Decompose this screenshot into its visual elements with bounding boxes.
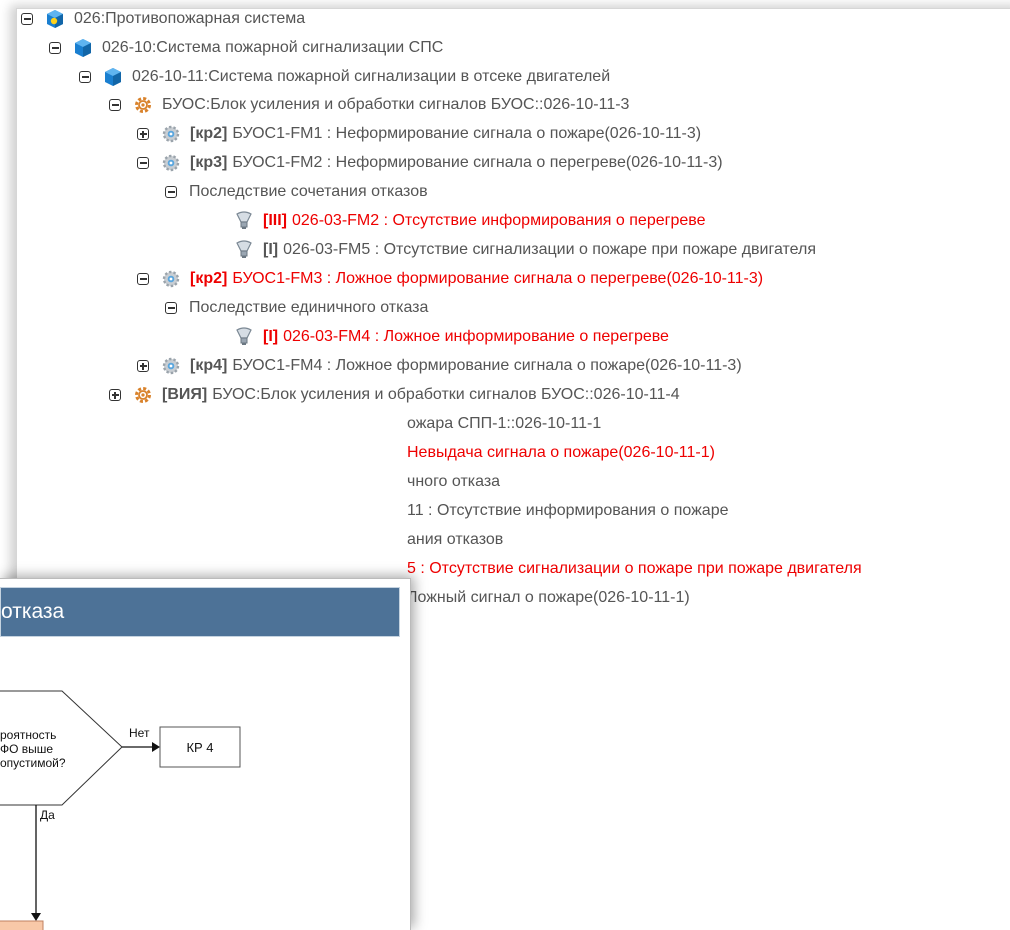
tree-row[interactable]: 026-10:Система пожарной сигнализации СПС [49, 36, 443, 60]
gear-gray-icon [161, 356, 181, 376]
collapse-icon[interactable] [21, 13, 33, 25]
kr4-box-label: КР 4 [186, 740, 213, 755]
tree-row[interactable]: Последствие сочетания отказов [165, 180, 428, 204]
tree-row[interactable]: БУОС:Блок усиления и обработки сигналов … [109, 93, 629, 117]
tree-row-label: Невыдача сигнала о пожаре(026-10-11-1) [407, 444, 715, 461]
tree-row[interactable]: 026:Противопожарная система [21, 7, 305, 31]
tree-row-label: БУОС1-FM2 : Неформирование сигнала о пер… [232, 154, 723, 171]
tree-row-label: 026-03-FM2 : Отсутствие информирования о… [292, 212, 706, 229]
tree-row[interactable]: Ложный сигнал о пожаре(026-10-11-1) [407, 586, 690, 610]
tree-row-label: Ложный сигнал о пожаре(026-10-11-1) [407, 589, 690, 606]
tree-row-label: 026-03-FM4 : Ложное информирование о пер… [283, 328, 669, 345]
criticality-code: [I] [263, 241, 279, 258]
tree-row[interactable]: [ВИЯ] БУОС:Блок усиления и обработки сигн… [109, 383, 680, 407]
flowchart-dialog: отказа роятность ФО выше опустимой? Нет … [0, 578, 411, 930]
decision-text-line-3: опустимой? [0, 756, 66, 770]
criticality-code: [ВИЯ] [162, 386, 208, 403]
tree-row-label: БУОС1-FM4 : Ложное формирование сигнала … [232, 357, 742, 374]
tree-row-label: 026:Противопожарная система [74, 10, 306, 27]
collapse-icon[interactable] [79, 71, 91, 83]
tree-row[interactable]: 11 : Отсутствие информирования о пожаре [407, 499, 729, 523]
collapse-icon[interactable] [165, 186, 177, 198]
collapse-icon[interactable] [165, 302, 177, 314]
criticality-code: [III] [263, 212, 287, 229]
tree-row-label: БУОС:Блок усиления и обработки сигналов … [162, 96, 630, 113]
collapse-icon[interactable] [137, 273, 149, 285]
criticality-code: [кр3] [190, 154, 228, 171]
bulb-icon [234, 327, 254, 347]
tree-row[interactable]: [III] 026-03-FM2 : Отсутствие информирова… [234, 209, 705, 233]
tree-row-label: чного отказа [407, 473, 501, 490]
expand-icon[interactable] [137, 360, 149, 372]
tree-row[interactable]: Невыдача сигнала о пожаре(026-10-11-1) [407, 441, 715, 465]
no-label: Нет [129, 726, 150, 740]
bulb-icon [234, 211, 254, 231]
tree-row[interactable]: 5 : Отсутствие сигнализации о пожаре при… [407, 557, 862, 581]
criticality-code: [кр2] [190, 270, 228, 287]
tree-row[interactable]: [кр2] БУОС1-FM3 : Ложное формирование сиг… [137, 267, 763, 291]
gear-orange-icon [133, 385, 153, 405]
tree-row[interactable]: ания отказов [407, 528, 503, 552]
tree-row[interactable]: ожара СПП-1::026-10-11-1 [407, 412, 601, 436]
collapse-icon[interactable] [137, 157, 149, 169]
gear-gray-icon [161, 153, 181, 173]
decision-text-line-1: роятность [0, 728, 56, 742]
flowchart: роятность ФО выше опустимой? Нет КР 4 Да [0, 690, 241, 930]
gear-gray-icon [161, 124, 181, 144]
tree-row-label: БУОС:Блок усиления и обработки сигналов … [212, 386, 680, 403]
criticality-code: [I] [263, 328, 279, 345]
tree-row-label: 026-10-11:Система пожарной сигнализации … [132, 68, 611, 85]
tree-row[interactable]: [I] 026-03-FM4 : Ложное информирование о … [234, 325, 669, 349]
yes-label: Да [40, 808, 55, 822]
collapse-icon[interactable] [109, 99, 121, 111]
tree-row-label: ания отказов [407, 531, 504, 548]
tree-row-label: ожара СПП-1::026-10-11-1 [407, 415, 602, 432]
collapse-icon[interactable] [49, 42, 61, 54]
cube-yellow-icon [45, 9, 65, 29]
tree-row-label: 5 : Отсутствие сигнализации о пожаре при… [407, 560, 862, 577]
tree-row[interactable]: [I] 026-03-FM5 : Отсутствие сигнализации … [234, 238, 816, 262]
criticality-code: [кр2] [190, 125, 228, 142]
tree-row[interactable]: Последствие единичного отказа [165, 296, 428, 320]
tree-row[interactable]: 026-10-11:Система пожарной сигнализации … [79, 65, 610, 89]
tree-row-label: БУОС1-FM3 : Ложное формирование сигнала … [232, 270, 764, 287]
decision-text-line-2: ФО выше [0, 742, 53, 756]
tree-row-label: 026-03-FM5 : Отсутствие сигнализации о п… [283, 241, 817, 258]
gear-gray-icon [161, 269, 181, 289]
tree-row-label: Последствие единичного отказа [189, 299, 429, 316]
tree-row-label: Последствие сочетания отказов [189, 183, 428, 200]
criticality-code: [кр4] [190, 357, 228, 374]
tree-row[interactable]: [кр2] БУОС1-FM1 : Неформирование сигнала … [137, 122, 701, 146]
bulb-icon [234, 240, 254, 260]
gear-orange-icon [133, 95, 153, 115]
tree-row[interactable]: [кр4] БУОС1-FM4 : Ложное формирование сиг… [137, 354, 742, 378]
tree-row[interactable]: чного отказа [407, 470, 500, 494]
expand-icon[interactable] [137, 128, 149, 140]
tree-row-label: БУОС1-FM1 : Неформирование сигнала о пож… [232, 125, 702, 142]
cube-blue-icon [103, 67, 123, 87]
tree-row-label: 11 : Отсутствие информирования о пожаре [407, 502, 729, 519]
tree-row[interactable]: [кр3] БУОС1-FM2 : Неформирование сигнала … [137, 151, 723, 175]
tree-row-label: 026-10:Система пожарной сигнализации СПС [102, 39, 444, 56]
yes-arrow-head [31, 913, 41, 921]
cube-blue-icon [73, 38, 93, 58]
no-arrow-head [152, 742, 160, 752]
expand-icon[interactable] [109, 389, 121, 401]
